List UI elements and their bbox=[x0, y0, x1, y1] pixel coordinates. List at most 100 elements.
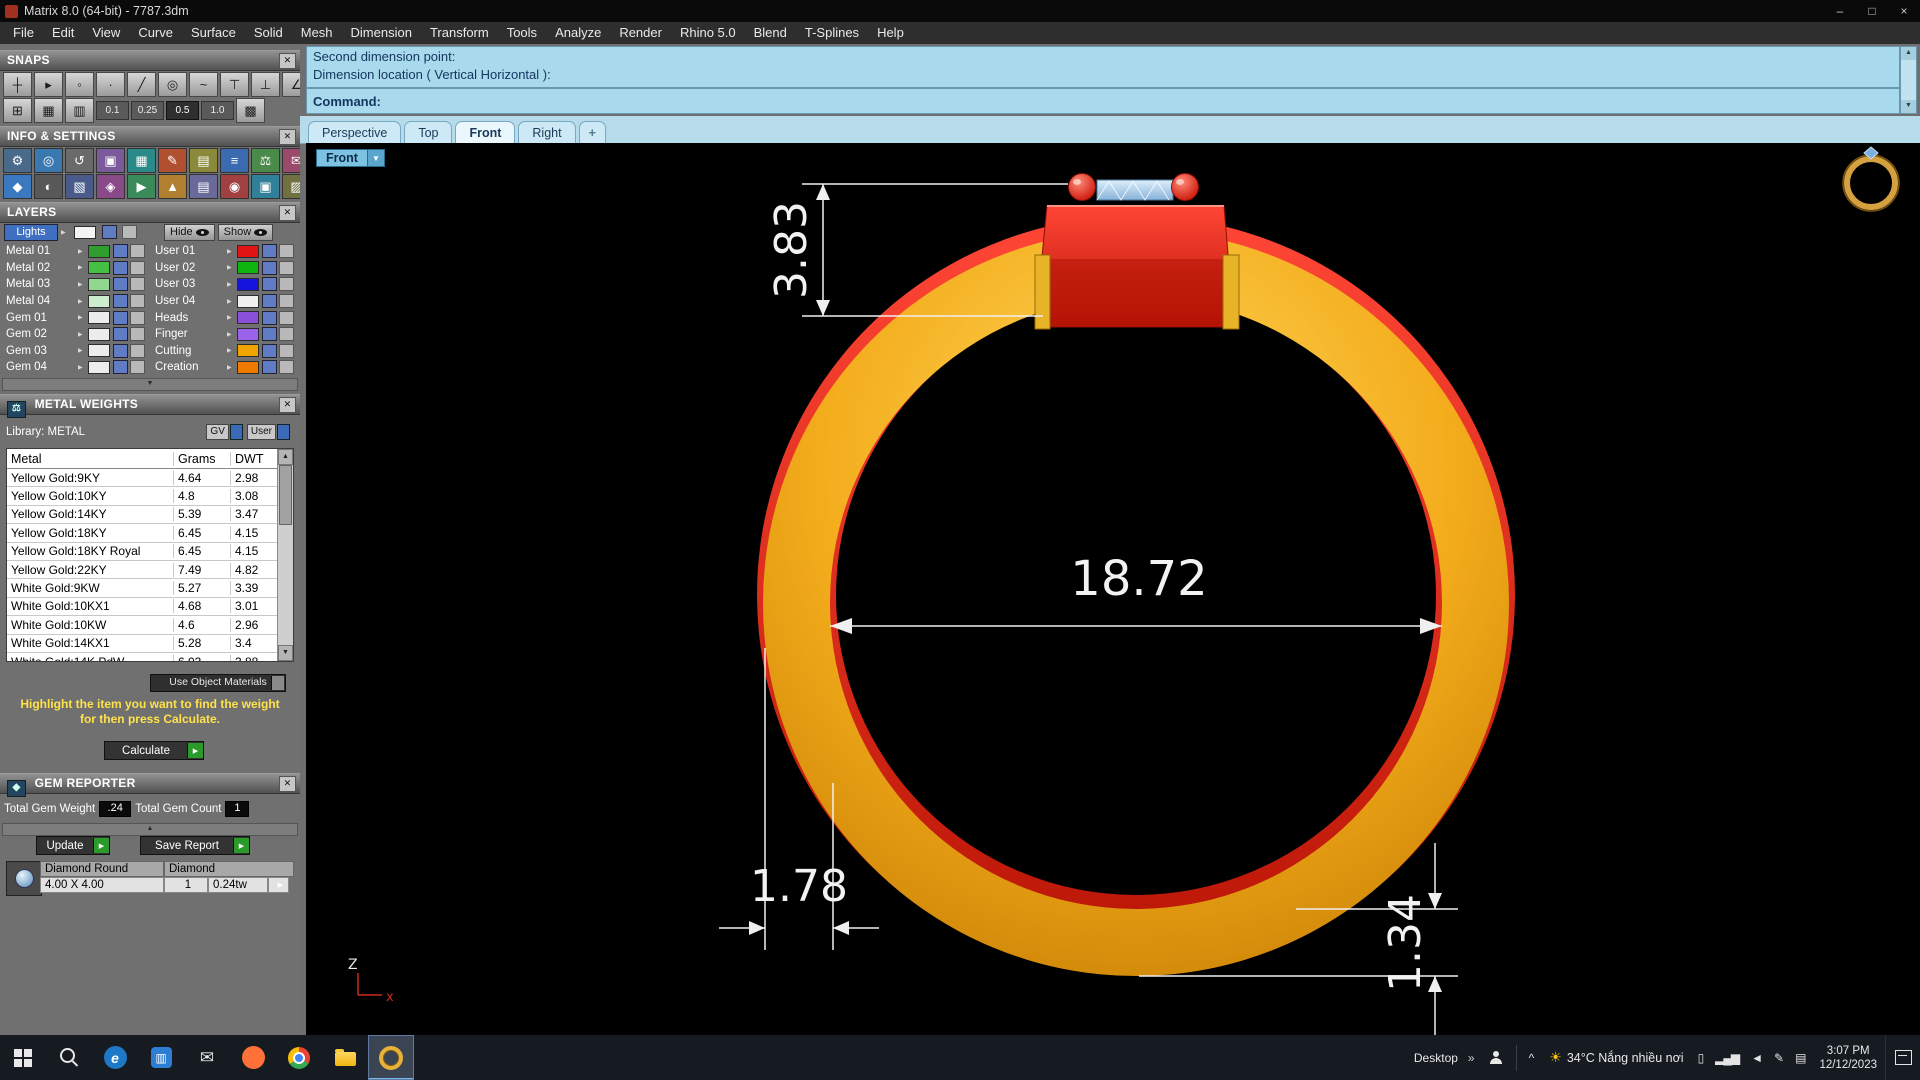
layer-expand-arrow[interactable]: ▶ bbox=[227, 264, 237, 271]
layer-lock-button[interactable] bbox=[130, 327, 145, 342]
center-snap-icon[interactable]: ◎ bbox=[158, 72, 187, 97]
gem-row-go-icon[interactable]: ▶ bbox=[268, 877, 289, 893]
layer-lock-button[interactable] bbox=[130, 277, 145, 292]
lights-material-button[interactable] bbox=[102, 225, 117, 239]
menu-item-tools[interactable]: Tools bbox=[498, 22, 546, 44]
title-bar[interactable]: Matrix 8.0 (64-bit) - 7787.3dm – □ × bbox=[0, 0, 1920, 22]
layer-expand-arrow[interactable]: ▶ bbox=[78, 364, 88, 371]
layer-expand-arrow[interactable]: ▶ bbox=[227, 248, 237, 255]
layers-close-icon[interactable]: ✕ bbox=[279, 205, 296, 221]
line-snap-icon[interactable]: ╱ bbox=[127, 72, 156, 97]
layer-color-swatch[interactable] bbox=[237, 261, 259, 275]
menu-item-analyze[interactable]: Analyze bbox=[546, 22, 610, 44]
layer-material-button[interactable] bbox=[113, 327, 128, 342]
viewport-tab-right[interactable]: Right bbox=[518, 121, 576, 143]
layer-color-swatch[interactable] bbox=[237, 327, 259, 341]
gem-name-cell[interactable]: Diamond Round bbox=[40, 861, 164, 877]
update-button[interactable]: Update ▶ bbox=[36, 836, 110, 855]
metal-table-scrollbar[interactable]: ▲ ▼ bbox=[277, 449, 293, 661]
user-button[interactable]: User bbox=[246, 424, 276, 440]
layer-color-swatch[interactable] bbox=[237, 344, 259, 358]
menu-item-curve[interactable]: Curve bbox=[129, 22, 182, 44]
grid-snap-icon[interactable]: ┼ bbox=[3, 72, 32, 97]
layer-lock-button[interactable] bbox=[279, 294, 294, 309]
metal-table-row[interactable]: White Gold:10KW 4.6 2.96 bbox=[7, 616, 278, 635]
menu-item-edit[interactable]: Edit bbox=[43, 22, 83, 44]
metal-table-row[interactable]: Yellow Gold:22KY 7.49 4.82 bbox=[7, 561, 278, 580]
snap-value-1-0[interactable]: 1.0 bbox=[201, 101, 234, 120]
grid-settings-icon[interactable]: ▦ bbox=[127, 148, 156, 173]
layer-material-button[interactable] bbox=[262, 277, 277, 292]
weather-widget[interactable]: ☀ 34°C Nắng nhiều nơi bbox=[1541, 1049, 1691, 1066]
lights-lock-button[interactable] bbox=[122, 225, 137, 239]
grid-toggle-icon[interactable]: ⊞ bbox=[3, 98, 32, 123]
metal-table-row[interactable]: White Gold:14K PdW6.033.88 bbox=[7, 653, 278, 661]
copy-icon[interactable]: ▣ bbox=[96, 148, 125, 173]
scrollbar-thumb[interactable] bbox=[279, 465, 292, 525]
viewport-canvas[interactable]: 3.83 18.72 1.78 1.34 Z x bbox=[306, 143, 1920, 1035]
viewport-dropdown-icon[interactable]: ▼ bbox=[367, 149, 385, 167]
minimize-button[interactable]: – bbox=[1824, 0, 1856, 22]
animate-icon[interactable]: ▶ bbox=[127, 174, 156, 199]
snap-grid-settings-icon[interactable]: ▩ bbox=[236, 98, 265, 123]
layer-color-swatch[interactable] bbox=[88, 261, 110, 275]
layer-expand-arrow[interactable]: ▶ bbox=[78, 264, 88, 271]
front-viewport[interactable]: Front ▼ 3.83 18.72 1.78 1.34 Z x bbox=[306, 143, 1920, 1035]
layer-material-button[interactable] bbox=[262, 260, 277, 275]
menu-item-t-splines[interactable]: T-Splines bbox=[796, 22, 868, 44]
layer-expand-arrow[interactable]: ▶ bbox=[227, 314, 237, 321]
layer-color-swatch[interactable] bbox=[237, 294, 259, 308]
menu-item-render[interactable]: Render bbox=[610, 22, 671, 44]
file-explorer-app[interactable] bbox=[322, 1035, 368, 1080]
layer-material-button[interactable] bbox=[262, 310, 277, 325]
history-icon[interactable]: ↺ bbox=[65, 148, 94, 173]
metal-table-row[interactable]: Yellow Gold:18KY 6.45 4.15 bbox=[7, 524, 278, 543]
layers-panel-header[interactable]: LAYERS ✕ bbox=[0, 202, 300, 223]
layer-expand-arrow[interactable]: ▶ bbox=[78, 331, 88, 338]
snaps-close-icon[interactable]: ✕ bbox=[279, 53, 296, 69]
speaker-icon[interactable]: ◄ bbox=[1745, 1051, 1768, 1065]
layer-lock-button[interactable] bbox=[130, 310, 145, 325]
metal-table-row[interactable]: White Gold:9KW 5.27 3.39 bbox=[7, 579, 278, 598]
gem-reporter-close-icon[interactable]: ✕ bbox=[279, 776, 296, 792]
save-report-button[interactable]: Save Report ▶ bbox=[140, 836, 250, 855]
search-icon[interactable]: ◎ bbox=[34, 148, 63, 173]
new-viewport-tab[interactable]: + bbox=[578, 121, 606, 143]
curve-snap-icon[interactable]: ~ bbox=[189, 72, 218, 97]
menu-item-file[interactable]: File bbox=[4, 22, 43, 44]
gv-indicator[interactable] bbox=[229, 424, 243, 440]
info-settings-panel-header[interactable]: INFO & SETTINGS ✕ bbox=[0, 126, 300, 147]
layer-lock-button[interactable] bbox=[130, 294, 145, 309]
viewport-tab-top[interactable]: Top bbox=[404, 121, 453, 143]
texture-icon[interactable]: ▨ bbox=[282, 174, 300, 199]
layer-lock-button[interactable] bbox=[279, 310, 294, 325]
scroll-up-icon[interactable]: ▲ bbox=[278, 449, 293, 465]
gem-size-cell[interactable]: 4.00 X 4.00 bbox=[40, 877, 164, 893]
search-button[interactable] bbox=[46, 1035, 92, 1080]
settings-icon[interactable]: ⚙ bbox=[3, 148, 32, 173]
layer-color-swatch[interactable] bbox=[237, 244, 259, 258]
layers-icon[interactable]: ≡ bbox=[220, 148, 249, 173]
layer-expand-arrow[interactable]: ▶ bbox=[227, 281, 237, 288]
layer-material-button[interactable] bbox=[113, 244, 128, 259]
menu-item-mesh[interactable]: Mesh bbox=[292, 22, 342, 44]
layer-color-swatch[interactable] bbox=[88, 344, 110, 358]
layer-expand-arrow[interactable]: ▶ bbox=[227, 364, 237, 371]
store-app[interactable]: ▥ bbox=[138, 1035, 184, 1080]
grams-column-header[interactable]: Grams bbox=[174, 451, 231, 466]
layer-lock-button[interactable] bbox=[279, 327, 294, 342]
layer-lock-button[interactable] bbox=[130, 260, 145, 275]
layer-material-button[interactable] bbox=[262, 343, 277, 358]
calculate-button[interactable]: Calculate ▶ bbox=[104, 741, 204, 760]
layer-expand-arrow[interactable]: ▶ bbox=[227, 331, 237, 338]
menu-item-rhino-5-0[interactable]: Rhino 5.0 bbox=[671, 22, 745, 44]
scale-icon[interactable]: ⚖ bbox=[251, 148, 280, 173]
command-history[interactable]: Second dimension point: Dimension locati… bbox=[306, 46, 1900, 88]
metal-table-row[interactable]: Yellow Gold:9KY 4.64 2.98 bbox=[7, 469, 278, 488]
menu-item-transform[interactable]: Transform bbox=[421, 22, 498, 44]
layer-color-swatch[interactable] bbox=[237, 311, 259, 325]
render-icon[interactable]: ◐ bbox=[34, 174, 63, 199]
planar-toggle-icon[interactable]: ▥ bbox=[65, 98, 94, 123]
clock-widget[interactable]: 3:07 PM 12/12/2023 bbox=[1811, 1044, 1885, 1072]
report-icon[interactable]: ▤ bbox=[189, 148, 218, 173]
